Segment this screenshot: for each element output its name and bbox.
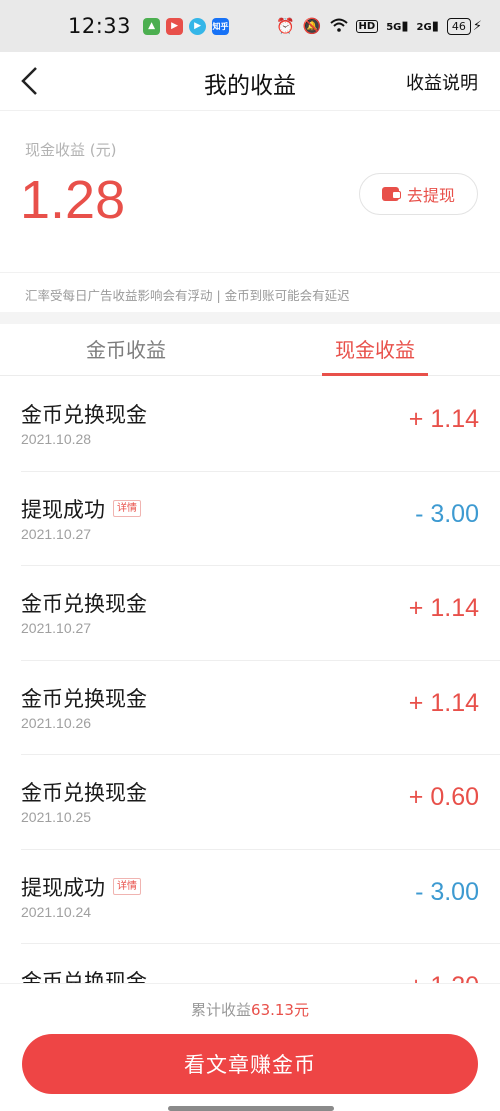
signal-2g-icon: 2G▮: [416, 18, 439, 34]
read-articles-earn-coins-button[interactable]: 看文章赚金币: [22, 1034, 478, 1094]
alarm-icon: ⏰: [276, 16, 295, 35]
play-app-icon: ▶: [189, 17, 207, 35]
list-item[interactable]: 金币兑换现金 2021.10.26 + 1.14: [21, 661, 500, 755]
signal-5g-icon: 5G▮: [386, 18, 409, 34]
earnings-explanation-link[interactable]: 收益说明: [406, 69, 478, 95]
total-earnings-label: 累计收益: [191, 1001, 252, 1019]
record-title: 金币兑换现金: [21, 403, 147, 427]
list-item[interactable]: 提现成功 详情 2021.10.27 - 3.00: [21, 472, 500, 566]
list-item[interactable]: 金币兑换现金 2021.10.28 + 1.14: [21, 377, 500, 472]
record-amount: + 1.14: [408, 594, 479, 622]
record-amount: + 1.14: [408, 405, 479, 433]
android-icon: ▲: [143, 17, 161, 35]
cash-earnings-amount: 1.28: [20, 170, 126, 230]
notice-text: 汇率受每日广告收益影响会有浮动 | 金币到账可能会有延迟: [0, 272, 500, 312]
video-app-icon: ▶: [166, 17, 184, 35]
record-date: 2021.10.24: [21, 903, 92, 920]
details-tag[interactable]: 详情: [113, 500, 141, 517]
withdraw-button[interactable]: 去提现: [359, 173, 478, 215]
record-amount: - 3.00: [415, 877, 479, 906]
record-title: 金币兑换现金: [21, 781, 147, 805]
notification-apps: ▲ ▶ ▶ 知乎: [143, 17, 230, 35]
earnings-list: 金币兑换现金 2021.10.28 + 1.14 提现成功 详情 2021.10…: [0, 377, 500, 1039]
hd-icon: HD: [355, 19, 379, 33]
record-title: 提现成功: [21, 875, 105, 900]
record-date: 2021.10.27: [21, 620, 92, 636]
record-amount: - 3.00: [415, 499, 479, 528]
cash-earnings-label: 现金收益 (元): [25, 141, 117, 159]
record-title: 金币兑换现金: [21, 686, 147, 711]
record-date: 2021.10.28: [21, 431, 92, 447]
cash-summary: 现金收益 (元) 1.28 去提现: [0, 110, 500, 272]
total-earnings-value: 63.13元: [251, 1001, 309, 1019]
status-bar: 12:33 ▲ ▶ ▶ 知乎 ⏰ 🔕 HD 5G▮ 2G▮ 46 ⚡: [0, 0, 500, 52]
bottom-bar: 累计收益63.13元 看文章赚金币: [0, 983, 500, 1111]
status-indicators: ⏰ 🔕 HD 5G▮ 2G▮ 46 ⚡: [276, 16, 482, 35]
list-item[interactable]: 金币兑换现金 2021.10.25 + 0.60: [21, 755, 500, 850]
tab-cash-earnings[interactable]: 现金收益: [322, 334, 428, 376]
list-item[interactable]: 金币兑换现金 2021.10.27 + 1.14: [21, 566, 500, 661]
battery-icon: 46 ⚡: [446, 17, 482, 35]
details-tag[interactable]: 详情: [113, 878, 141, 895]
record-date: 2021.10.27: [21, 525, 92, 542]
record-title: 金币兑换现金: [21, 592, 147, 616]
wifi-icon: [329, 18, 348, 35]
withdraw-label: 去提现: [406, 186, 455, 205]
status-time: 12:33: [68, 14, 132, 38]
zhihu-app-icon: 知乎: [212, 17, 230, 35]
earnings-tabs: 金币收益 现金收益: [0, 324, 500, 376]
total-earnings: 累计收益63.13元: [0, 999, 500, 1020]
home-indicator[interactable]: [168, 1106, 334, 1111]
nav-bar: 我的收益 收益说明: [0, 52, 500, 110]
section-divider: [0, 312, 500, 324]
record-amount: + 0.60: [408, 783, 479, 811]
record-date: 2021.10.25: [21, 809, 92, 825]
record-date: 2021.10.26: [21, 714, 92, 731]
list-item[interactable]: 提现成功 详情 2021.10.24 - 3.00: [21, 850, 500, 944]
charging-icon: ⚡: [472, 18, 482, 34]
record-title: 提现成功: [21, 497, 105, 522]
mute-icon: 🔕: [302, 16, 322, 35]
tab-coin-earnings[interactable]: 金币收益: [80, 334, 172, 376]
record-amount: + 1.14: [408, 688, 479, 717]
wallet-icon: [381, 187, 401, 201]
